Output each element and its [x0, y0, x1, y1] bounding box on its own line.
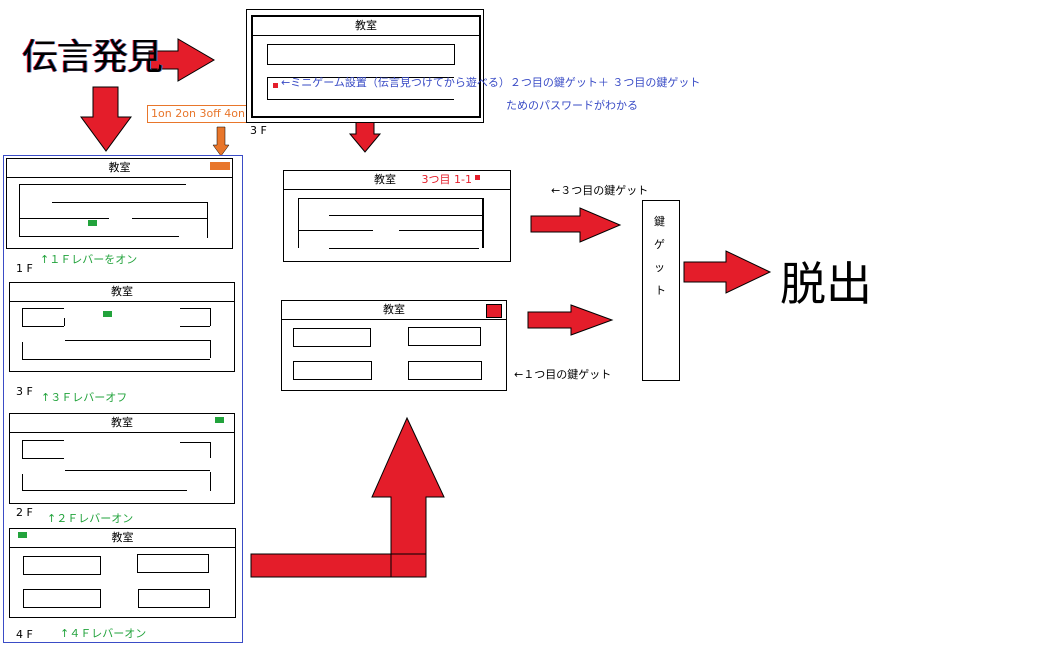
floor-2-lever-note: ↑２Ｆレバーオン: [47, 512, 134, 525]
top-room-floor: 3 F: [250, 124, 267, 137]
room-title: 教室: [111, 285, 133, 298]
room-title: 教室: [108, 161, 131, 174]
key-get-box: 鍵 ゲ ッ ト: [642, 200, 680, 381]
lever-marker: [88, 220, 97, 226]
room-header: 教室: [253, 17, 479, 36]
floor-2-label: 2 F: [16, 506, 33, 519]
floor-4-lever-note: ↑４Ｆレバーオン: [60, 627, 147, 640]
desk: [137, 554, 209, 573]
mid-room-1: 教室 3つ目 1-1: [283, 170, 511, 262]
desk: [23, 556, 101, 575]
arrow-down-2: [348, 119, 382, 153]
mid-room-1-note: ←３つ目の鍵ゲット: [551, 184, 649, 197]
room-title: 教室: [111, 531, 134, 544]
key-char: ッ: [654, 261, 665, 274]
minigame-marker: [273, 83, 278, 88]
room-header: 教室: [10, 529, 235, 548]
lever-code-box: 1on 2on 3off 4on: [147, 105, 249, 123]
lever-marker: [210, 162, 230, 170]
arrow-down-1: [80, 86, 132, 152]
room-title: 教室: [111, 416, 133, 429]
arrow-right-3: [527, 304, 614, 336]
arrow-right-2: [530, 207, 622, 243]
key-char: ト: [655, 284, 666, 297]
room-tag: 3つ目 1-1: [421, 173, 472, 186]
key-marker: [486, 304, 502, 318]
room-header: 教室: [10, 283, 234, 302]
desk: [23, 589, 101, 608]
floor-1-label: 1 F: [16, 262, 33, 275]
desk: [138, 589, 210, 608]
key-char: ゲ: [654, 238, 665, 251]
arrow-down-orange: [212, 126, 230, 157]
floor-4-room: 教室: [9, 528, 236, 618]
key-char: 鍵: [654, 215, 665, 228]
desk-row: [267, 44, 455, 65]
lever-marker: [18, 532, 27, 538]
room-title: 教室: [374, 173, 396, 186]
room-header: 教室 3つ目 1-1: [284, 171, 510, 190]
floor-4-label: 4 F: [16, 628, 33, 641]
floor-1-room: 教室: [6, 158, 233, 249]
floor-2-room: 教室: [9, 413, 235, 504]
arrow-l-shape: [250, 416, 445, 578]
mid-room-2: 教室: [281, 300, 507, 391]
floor-3-label: 3 F: [16, 385, 33, 398]
top-room-note-1: ←ミニゲーム設置（伝言見つけてから遊べる）２つ目の鍵ゲット＋ ３つ目の鍵ゲット: [281, 76, 701, 89]
lever-marker: [215, 417, 224, 423]
top-room-note-2: ためのパスワードがわかる: [506, 99, 638, 112]
desk: [293, 328, 371, 347]
top-room-inner: 教室: [251, 15, 481, 118]
floor-1-lever-note: ↑１Ｆレバーをオン: [40, 253, 138, 266]
room-header: 教室: [10, 414, 234, 433]
escape-text: 脱出: [780, 257, 872, 311]
room-header: 教室: [282, 301, 506, 320]
floor-3-room: 教室: [9, 282, 235, 372]
desk: [293, 361, 372, 380]
room-header: 教室: [7, 159, 232, 178]
desk: [408, 327, 481, 346]
key-marker: [475, 175, 480, 180]
top-room: 教室: [246, 9, 484, 123]
title-text: 伝言発見: [22, 37, 163, 78]
desk: [408, 361, 482, 380]
floor-3-lever-note: ↑３Ｆレバーオフ: [41, 391, 128, 404]
mid-room-2-note: ←１つ目の鍵ゲット: [514, 368, 612, 381]
room-title: 教室: [383, 303, 405, 316]
lever-marker: [103, 311, 112, 317]
arrow-right-4: [683, 250, 772, 294]
room-title: 教室: [355, 19, 377, 32]
